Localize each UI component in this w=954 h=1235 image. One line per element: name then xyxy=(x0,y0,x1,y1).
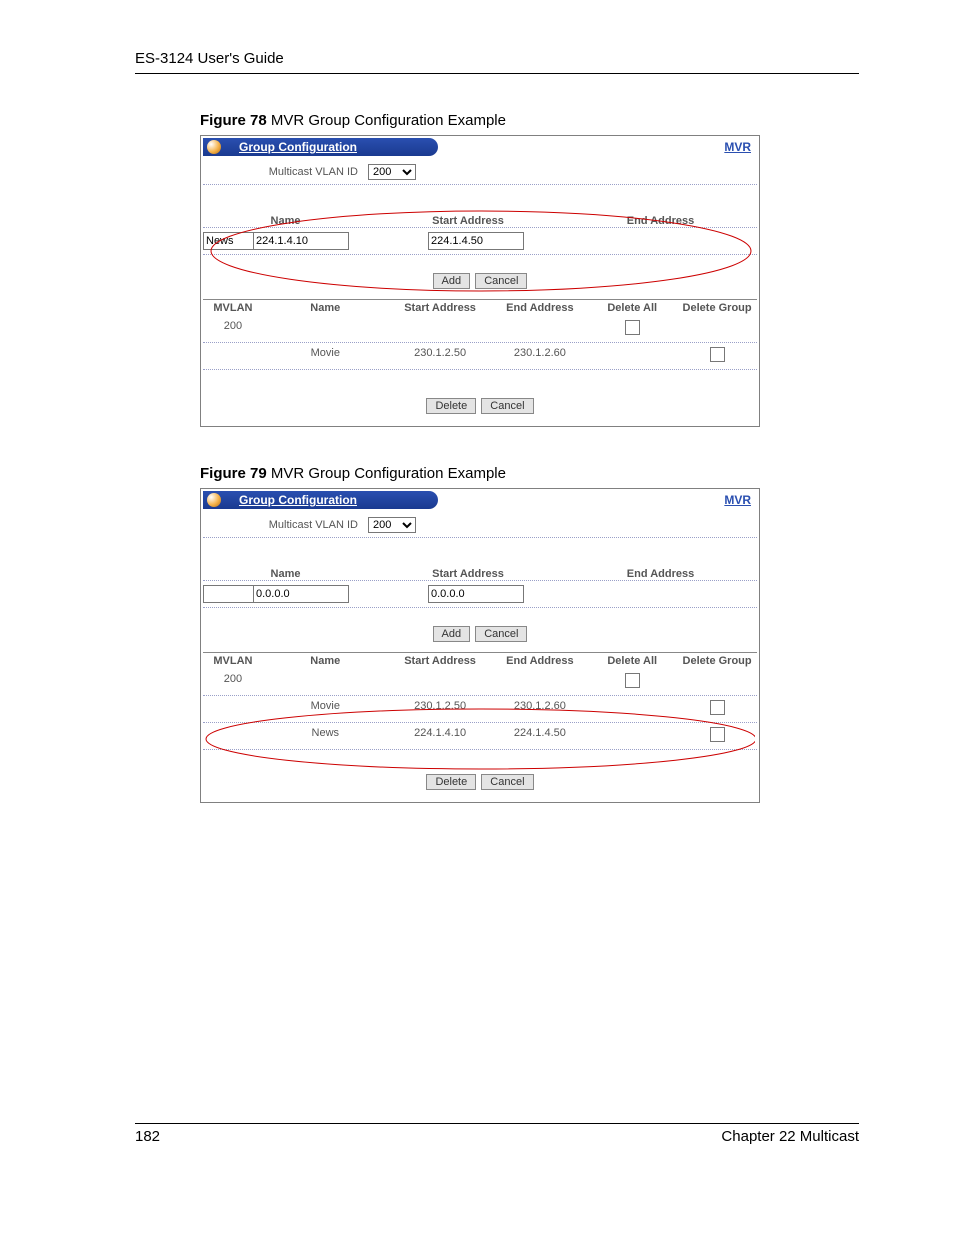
spacer xyxy=(203,538,757,568)
end-input[interactable] xyxy=(428,232,524,250)
chapter-title: Chapter 22 Multicast xyxy=(721,1128,859,1145)
th-name: Name xyxy=(263,655,388,667)
start-input[interactable] xyxy=(253,585,349,603)
th-start: Start Address xyxy=(388,302,493,314)
table-row: 200 xyxy=(203,669,757,696)
th-delall: Delete All xyxy=(587,302,677,314)
cell-end xyxy=(492,673,587,691)
th-mvlan: MVLAN xyxy=(203,302,263,314)
group-input-row xyxy=(203,228,757,255)
th-delall: Delete All xyxy=(587,655,677,667)
mvlan-select[interactable]: 200 xyxy=(368,517,416,533)
cell-start: 224.1.4.10 xyxy=(388,727,493,745)
th-delgrp: Delete Group xyxy=(677,655,757,667)
table-header: MVLAN Name Start Address End Address Del… xyxy=(203,300,757,316)
figure-79-title: MVR Group Configuration Example xyxy=(267,465,506,482)
running-header: ES-3124 User's Guide xyxy=(135,50,859,74)
page-footer: 182 Chapter 22 Multicast xyxy=(135,1123,859,1145)
figure-78-panel: Group Configuration MVR Multicast VLAN I… xyxy=(200,135,760,427)
cell-name: News xyxy=(263,727,388,745)
panel-title: Group Configuration xyxy=(239,493,357,507)
cell-start: 230.1.2.50 xyxy=(388,347,493,365)
mvlan-select[interactable]: 200 xyxy=(368,164,416,180)
delete-all-checkbox[interactable] xyxy=(625,673,640,688)
titlebar-bullet-icon xyxy=(207,140,221,154)
end-input[interactable] xyxy=(428,585,524,603)
col-end: End Address xyxy=(568,215,753,227)
panel-titlebar: Group Configuration MVR xyxy=(203,491,757,509)
add-button[interactable]: Add xyxy=(433,273,471,289)
col-name: Name xyxy=(203,215,368,227)
panel-titlebar: Group Configuration MVR xyxy=(203,138,757,156)
spacer xyxy=(203,185,757,215)
cell-start xyxy=(388,673,493,691)
start-input[interactable] xyxy=(253,232,349,250)
table-row: News 224.1.4.10 224.1.4.50 xyxy=(203,723,757,750)
figure-78-number: Figure 78 xyxy=(200,112,267,129)
cell-mvlan: 200 xyxy=(203,673,263,691)
group-input-header: Name Start Address End Address xyxy=(203,215,757,228)
group-input-header: Name Start Address End Address xyxy=(203,568,757,581)
cell-end xyxy=(492,320,587,338)
delete-button[interactable]: Delete xyxy=(426,398,476,414)
cell-name: Movie xyxy=(263,700,388,718)
table-row: Movie 230.1.2.50 230.1.2.60 xyxy=(203,343,757,370)
cell-mvlan: 200 xyxy=(203,320,263,338)
col-start: Start Address xyxy=(368,568,568,580)
th-delgrp: Delete Group xyxy=(677,302,757,314)
cell-name xyxy=(263,320,388,338)
mvr-link[interactable]: MVR xyxy=(724,493,751,507)
col-end: End Address xyxy=(568,568,753,580)
figure-79-panel: Group Configuration MVR Multicast VLAN I… xyxy=(200,488,760,803)
cell-end: 230.1.2.60 xyxy=(492,347,587,365)
mvlan-row: Multicast VLAN ID 200 xyxy=(203,513,757,538)
panel-title: Group Configuration xyxy=(239,140,357,154)
group-input-row xyxy=(203,581,757,608)
delete-group-checkbox[interactable] xyxy=(710,347,725,362)
col-name: Name xyxy=(203,568,368,580)
figure-78-title: MVR Group Configuration Example xyxy=(267,112,506,129)
delete-group-checkbox[interactable] xyxy=(710,727,725,742)
mvr-link[interactable]: MVR xyxy=(724,140,751,154)
th-end: End Address xyxy=(492,655,587,667)
table-header: MVLAN Name Start Address End Address Del… xyxy=(203,653,757,669)
page-number: 182 xyxy=(135,1128,160,1145)
cell-end: 224.1.4.50 xyxy=(492,727,587,745)
th-mvlan: MVLAN xyxy=(203,655,263,667)
mvlan-row: Multicast VLAN ID 200 xyxy=(203,160,757,185)
cell-start xyxy=(388,320,493,338)
th-start: Start Address xyxy=(388,655,493,667)
cell-end: 230.1.2.60 xyxy=(492,700,587,718)
mvlan-label: Multicast VLAN ID xyxy=(203,519,368,531)
cell-name: Movie xyxy=(263,347,388,365)
add-button[interactable]: Add xyxy=(433,626,471,642)
cancel-button[interactable]: Cancel xyxy=(475,273,527,289)
delete-group-checkbox[interactable] xyxy=(710,700,725,715)
cell-start: 230.1.2.50 xyxy=(388,700,493,718)
delete-button[interactable]: Delete xyxy=(426,774,476,790)
add-cancel-row: Add Cancel xyxy=(203,255,757,295)
table-row: Movie 230.1.2.50 230.1.2.60 xyxy=(203,696,757,723)
figure-79-number: Figure 79 xyxy=(200,465,267,482)
cell-mvlan xyxy=(203,700,263,718)
figure-79-caption: Figure 79 MVR Group Configuration Exampl… xyxy=(200,465,954,482)
delete-cancel-row: Delete Cancel xyxy=(203,370,757,424)
table-row: 200 xyxy=(203,316,757,343)
cancel-button[interactable]: Cancel xyxy=(481,774,533,790)
mvlan-label: Multicast VLAN ID xyxy=(203,166,368,178)
cancel-button[interactable]: Cancel xyxy=(481,398,533,414)
th-end: End Address xyxy=(492,302,587,314)
delete-all-checkbox[interactable] xyxy=(625,320,640,335)
delete-cancel-row: Delete Cancel xyxy=(203,750,757,800)
figure-78-caption: Figure 78 MVR Group Configuration Exampl… xyxy=(200,112,954,129)
cell-mvlan xyxy=(203,727,263,745)
th-name: Name xyxy=(263,302,388,314)
cell-mvlan xyxy=(203,347,263,365)
col-start: Start Address xyxy=(368,215,568,227)
titlebar-bullet-icon xyxy=(207,493,221,507)
cell-name xyxy=(263,673,388,691)
cancel-button[interactable]: Cancel xyxy=(475,626,527,642)
add-cancel-row: Add Cancel xyxy=(203,608,757,648)
